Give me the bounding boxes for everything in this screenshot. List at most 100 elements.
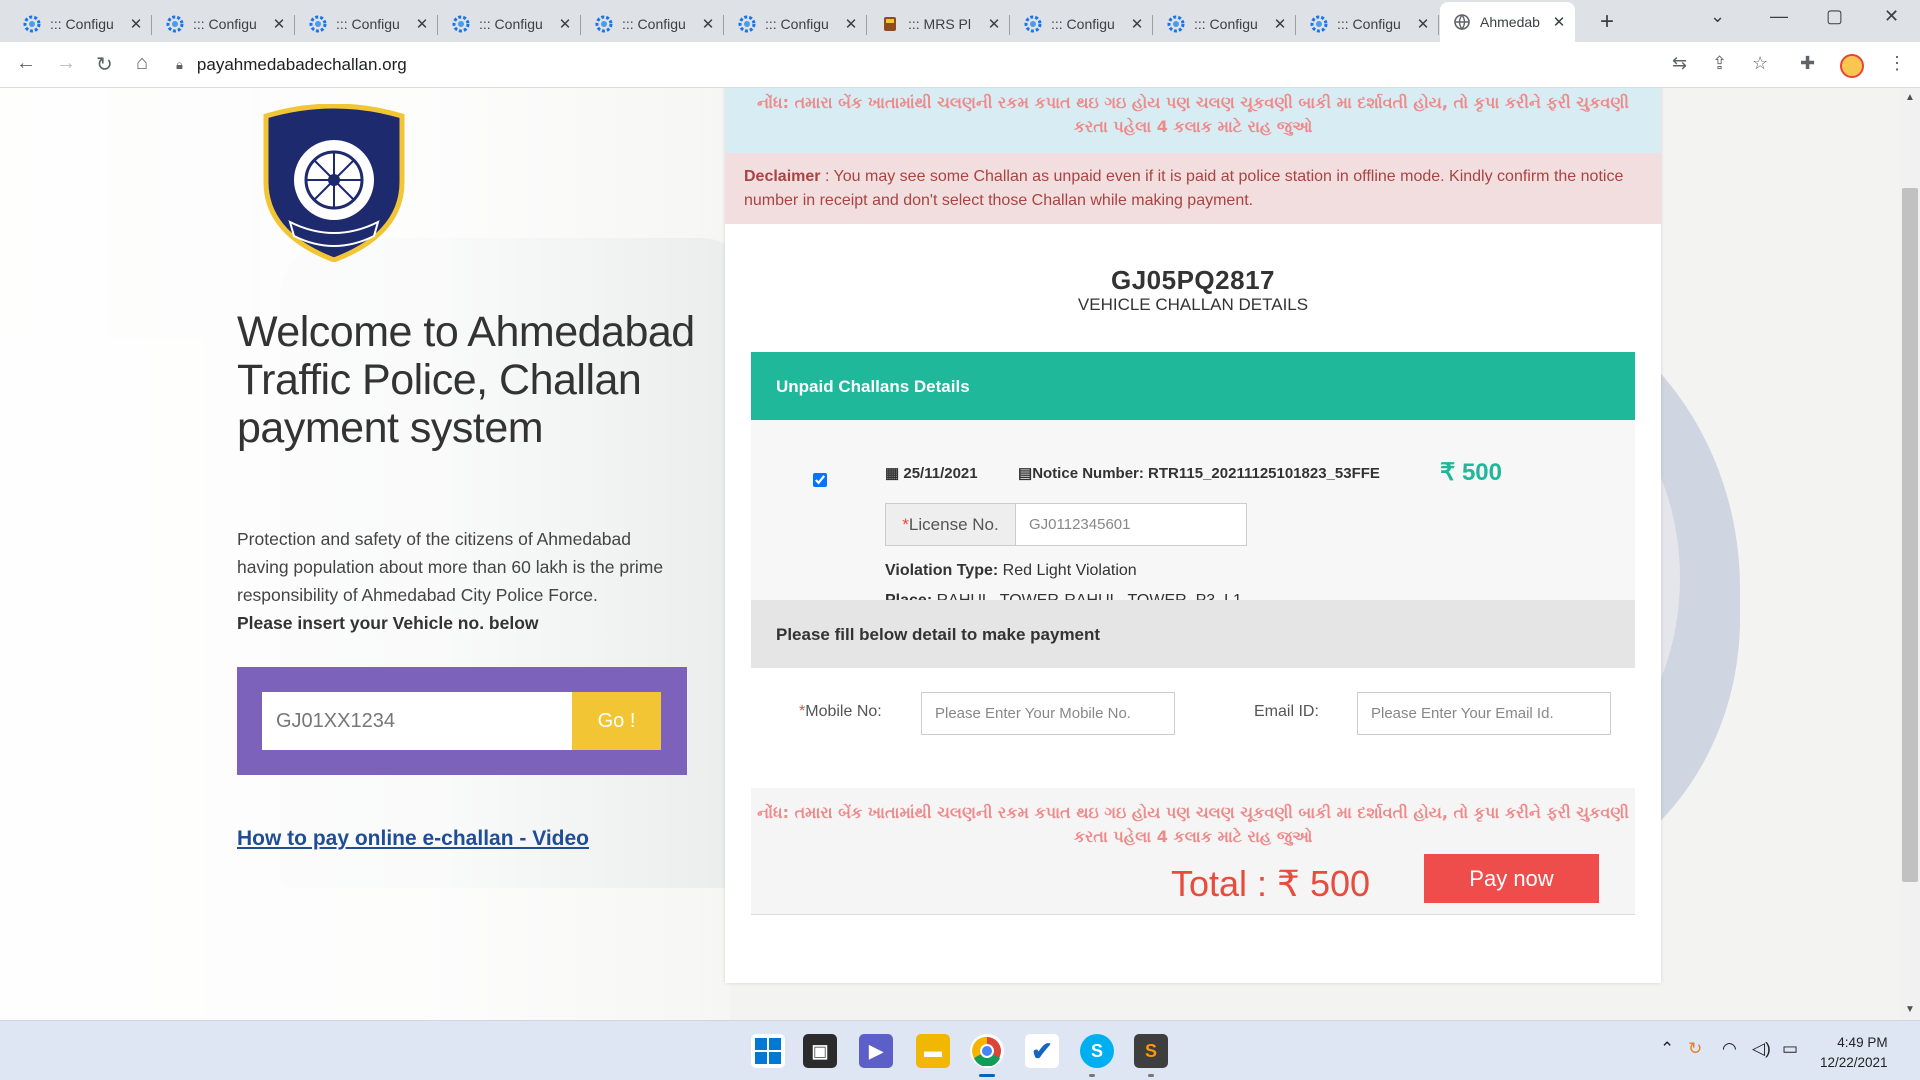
notice-label: Notice Number: — [1032, 465, 1144, 482]
total-amount: Total : ₹ 500 — [1171, 863, 1371, 904]
close-tab-icon[interactable]: ✕ — [843, 15, 859, 33]
url-text[interactable]: payahmedabadechallan.org — [197, 55, 407, 75]
challan-checkbox[interactable] — [813, 473, 827, 487]
tab-separator — [151, 15, 152, 35]
new-tab-button[interactable]: + — [1600, 8, 1614, 36]
tab-title: ::: Configu — [193, 16, 257, 32]
tab-separator — [1295, 15, 1296, 35]
bookmark-star-icon[interactable]: ☆ — [1752, 53, 1768, 74]
tab-separator — [580, 15, 581, 35]
close-window-button[interactable]: ✕ — [1884, 6, 1899, 27]
tab-title: ::: Configu — [1194, 16, 1258, 32]
go-button[interactable]: Go ! — [572, 692, 661, 750]
address-bar[interactable]: 🔒︎ payahmedabadechallan.org — [176, 51, 407, 79]
gujarati-note-bottom: નોંધ: તમારા બેંક ખાતામાંથી ચલણની રકમ કપા… — [757, 803, 1629, 846]
email-input[interactable] — [1357, 692, 1611, 735]
page-scrollbar[interactable]: ▲ ▼ — [1900, 88, 1920, 1020]
browser-tab[interactable]: ::: Configu ✕ — [439, 6, 581, 42]
browser-tab[interactable]: ::: Configu ✕ — [296, 6, 438, 42]
minimize-button[interactable]: — — [1770, 6, 1788, 27]
scrollbar-thumb[interactable] — [1902, 188, 1918, 882]
browser-tab[interactable]: ::: Configu ✕ — [1154, 6, 1296, 42]
browser-tab[interactable]: ::: Configu ✕ — [10, 6, 152, 42]
mrs-icon — [880, 14, 900, 34]
violation-type: Violation Type: Red Light Violation — [885, 562, 1137, 580]
violation-value: Red Light Violation — [1002, 562, 1137, 579]
tab-title: ::: MRS Pl — [908, 16, 972, 32]
extensions-icon[interactable]: ✚ — [1800, 53, 1815, 74]
challan-date: ▦ 25/11/2021 — [885, 464, 978, 482]
challan-date-text: 25/11/2021 — [903, 465, 978, 482]
close-tab-icon[interactable]: ✕ — [1129, 15, 1145, 33]
browser-tab[interactable]: ::: Configu ✕ — [153, 6, 295, 42]
tab-separator — [866, 15, 867, 35]
vehicle-number-input[interactable] — [262, 692, 572, 750]
windows-taskbar: ▣ ▶ ▬ ✔ S S ⌃ ↻ ◠ ◁) ▭ 4:49 PM 12/22/202… — [0, 1020, 1920, 1080]
close-tab-icon[interactable]: ✕ — [557, 15, 573, 33]
share-icon[interactable]: ⇪ — [1712, 53, 1727, 74]
declaimer-banner: Declaimer : You may see some Challan as … — [725, 153, 1661, 224]
vehicle-challan-subtitle: VEHICLE CHALLAN DETAILS — [1077, 295, 1309, 314]
globe-icon — [1452, 12, 1472, 32]
browser-tab[interactable]: ::: Configu ✕ — [725, 6, 867, 42]
sync-icon[interactable]: ↻ — [1688, 1039, 1702, 1059]
browser-tab[interactable]: ::: Configu ✕ — [1011, 6, 1153, 42]
menu-icon[interactable]: ⋮ — [1888, 53, 1906, 74]
system-clock[interactable]: 4:49 PM 12/22/2021 — [1820, 1033, 1888, 1073]
close-tab-icon[interactable]: ✕ — [986, 15, 1002, 33]
chrome-icon[interactable] — [970, 1034, 1004, 1068]
forward-icon[interactable]: → — [56, 52, 76, 75]
browser-tab[interactable]: ::: Configu ✕ — [582, 6, 724, 42]
close-tab-icon[interactable]: ✕ — [1272, 15, 1288, 33]
calendar-icon: ▦ — [885, 465, 900, 482]
scroll-down-icon[interactable]: ▼ — [1905, 1004, 1915, 1015]
sublime-text-icon[interactable]: S — [1134, 1034, 1168, 1068]
volume-icon[interactable]: ◁) — [1752, 1039, 1771, 1059]
browser-tab[interactable]: ::: Configu ✕ — [1297, 6, 1439, 42]
video-link[interactable]: How to pay online e-challan - Video — [237, 827, 589, 851]
close-tab-icon[interactable]: ✕ — [700, 15, 716, 33]
mobile-input[interactable] — [921, 692, 1175, 735]
battery-icon[interactable]: ▭ — [1782, 1039, 1798, 1059]
tab-separator — [1438, 15, 1439, 35]
gear-icon — [1309, 14, 1329, 34]
teams-chat-icon[interactable]: ▶ — [859, 1034, 893, 1068]
license-label-text: License No. — [908, 514, 999, 534]
scroll-up-icon[interactable]: ▲ — [1905, 92, 1915, 103]
description-text: Protection and safety of the citizens of… — [237, 529, 664, 605]
license-field: * License No. GJ0112345601 — [885, 503, 1247, 546]
close-tab-icon[interactable]: ✕ — [1551, 13, 1567, 31]
wifi-icon[interactable]: ◠ — [1722, 1039, 1737, 1059]
pay-now-button[interactable]: Pay now — [1424, 854, 1599, 903]
clock-date: 12/22/2021 — [1820, 1055, 1888, 1070]
skype-icon[interactable]: S — [1080, 1034, 1114, 1068]
reload-icon[interactable]: ↻ — [96, 52, 113, 77]
close-tab-icon[interactable]: ✕ — [128, 15, 144, 33]
todo-icon[interactable]: ✔ — [1025, 1034, 1059, 1068]
email-label: Email ID: — [1254, 703, 1319, 720]
close-tab-icon[interactable]: ✕ — [271, 15, 287, 33]
home-icon[interactable]: ⌂ — [136, 52, 148, 75]
tab-title: ::: Configu — [622, 16, 686, 32]
gear-icon — [22, 14, 42, 34]
close-tab-icon[interactable]: ✕ — [1415, 15, 1431, 33]
tab-search-icon[interactable]: ⌄ — [1710, 6, 1725, 27]
tray-overflow-icon[interactable]: ⌃ — [1660, 1039, 1674, 1059]
task-view-icon[interactable]: ▣ — [803, 1034, 837, 1068]
browser-tab[interactable]: ::: MRS Pl ✕ — [868, 6, 1010, 42]
lock-icon[interactable]: 🔒︎ — [176, 57, 183, 73]
gear-icon — [308, 14, 328, 34]
browser-tab[interactable]: Ahmedab ✕ — [1440, 2, 1575, 42]
tab-separator — [723, 15, 724, 35]
gear-icon — [451, 14, 471, 34]
close-tab-icon[interactable]: ✕ — [414, 15, 430, 33]
translate-icon[interactable]: ⇆ — [1672, 53, 1687, 74]
profile-avatar[interactable] — [1840, 54, 1864, 78]
file-explorer-icon[interactable]: ▬ — [916, 1034, 950, 1068]
maximize-button[interactable]: ▢ — [1826, 6, 1843, 27]
back-icon[interactable]: ← — [16, 52, 36, 75]
instruction-text: Please insert your Vehicle no. below — [237, 613, 539, 633]
payment-form: *Mobile No: Email ID: — [751, 668, 1635, 788]
license-value[interactable]: GJ0112345601 — [1016, 504, 1246, 545]
start-icon[interactable] — [751, 1034, 785, 1068]
